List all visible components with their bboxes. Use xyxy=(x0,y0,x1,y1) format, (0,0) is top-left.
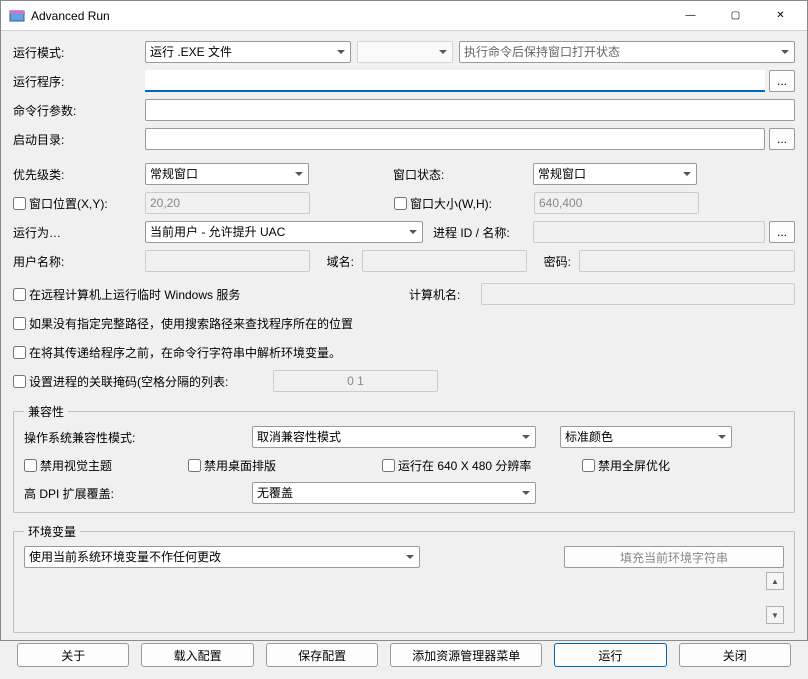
computer-name-input xyxy=(481,283,795,305)
os-compat-label: 操作系统兼容性模式: xyxy=(24,429,252,446)
window-pos-checkbox[interactable] xyxy=(13,197,26,210)
browse-process-button[interactable]: ... xyxy=(769,221,795,243)
priority-select[interactable]: 常规窗口 xyxy=(145,163,309,185)
remote-service-check[interactable]: 在远程计算机上运行临时 Windows 服务 xyxy=(13,286,409,303)
domain-input xyxy=(362,250,527,272)
cmd-params-label: 命令行参数: xyxy=(13,102,145,119)
use-search-path-checkbox[interactable] xyxy=(13,317,26,330)
run-mode-sub-select xyxy=(357,41,453,63)
window-pos-input xyxy=(145,192,310,214)
affinity-input xyxy=(273,370,438,392)
affinity-checkbox[interactable] xyxy=(13,375,26,388)
window-size-checkbox[interactable] xyxy=(394,197,407,210)
disable-desktop-check[interactable]: 禁用桌面排版 xyxy=(188,457,382,474)
browse-program-button[interactable]: ... xyxy=(769,70,795,92)
use-search-path-check[interactable]: 如果没有指定完整路径，使用搜索路径来查找程序所在的位置 xyxy=(13,315,353,332)
parse-env-checkbox[interactable] xyxy=(13,346,26,359)
run-640x480-check[interactable]: 运行在 640 X 480 分辨率 xyxy=(382,457,582,474)
run-as-label: 运行为… xyxy=(13,224,145,241)
env-text-area: ▲ ▼ xyxy=(24,572,784,624)
fill-env-button: 填充当前环境字符串 xyxy=(564,546,784,568)
priority-label: 优先级类: xyxy=(13,166,145,183)
parse-env-check[interactable]: 在将其传递给程序之前，在命令行字符串中解析环境变量。 xyxy=(13,344,341,361)
process-id-input xyxy=(533,221,765,243)
dpi-override-label: 高 DPI 扩展覆盖: xyxy=(24,485,252,502)
window-state-label: 窗口状态: xyxy=(393,166,533,183)
start-dir-input[interactable] xyxy=(145,128,765,150)
disable-desktop-checkbox[interactable] xyxy=(188,459,201,472)
disable-fullscreen-checkbox[interactable] xyxy=(582,459,595,472)
run-mode-label: 运行模式: xyxy=(13,44,145,61)
close-form-button[interactable]: 关闭 xyxy=(679,643,791,667)
remote-service-checkbox[interactable] xyxy=(13,288,26,301)
env-legend: 环境变量 xyxy=(24,523,80,540)
password-label: 密码: xyxy=(527,253,579,270)
password-input xyxy=(579,250,795,272)
env-group: 环境变量 使用当前系统环境变量不作任何更改 填充当前环境字符串 ▲ ▼ xyxy=(13,523,795,633)
window-state-select[interactable]: 常规窗口 xyxy=(533,163,697,185)
window-size-check[interactable]: 窗口大小(W,H): xyxy=(394,195,534,212)
dpi-override-select[interactable]: 无覆盖 xyxy=(252,482,536,504)
run-640x480-checkbox[interactable] xyxy=(382,459,395,472)
scroll-down-icon[interactable]: ▼ xyxy=(766,606,784,624)
run-mode-select[interactable]: 运行 .EXE 文件 xyxy=(145,41,351,63)
client-area: 运行模式: 运行 .EXE 文件 执行命令后保持窗口打开状态 运行程序: xyxy=(1,31,807,679)
disable-fullscreen-check[interactable]: 禁用全屏优化 xyxy=(582,457,784,474)
load-config-button[interactable]: 载入配置 xyxy=(141,643,253,667)
env-scrollbar[interactable]: ▲ ▼ xyxy=(766,572,784,624)
window-pos-check[interactable]: 窗口位置(X,Y): xyxy=(13,195,145,212)
titlebar: Advanced Run — ▢ ✕ xyxy=(1,1,807,31)
run-as-select[interactable]: 当前用户 - 允许提升 UAC xyxy=(145,221,423,243)
run-button[interactable]: 运行 xyxy=(554,643,666,667)
browse-dir-button[interactable]: ... xyxy=(769,128,795,150)
disable-themes-check[interactable]: 禁用视觉主题 xyxy=(24,457,188,474)
maximize-button[interactable]: ▢ xyxy=(713,1,758,31)
disable-themes-checkbox[interactable] xyxy=(24,459,37,472)
env-mode-select[interactable]: 使用当前系统环境变量不作任何更改 xyxy=(24,546,420,568)
after-exec-select[interactable]: 执行命令后保持窗口打开状态 xyxy=(459,41,795,63)
add-explorer-menu-button[interactable]: 添加资源管理器菜单 xyxy=(390,643,542,667)
color-mode-select[interactable]: 标准颜色 xyxy=(560,426,732,448)
app-icon xyxy=(9,8,25,24)
minimize-button[interactable]: — xyxy=(668,1,713,31)
compat-group: 兼容性 操作系统兼容性模式: 取消兼容性模式 标准颜色 xyxy=(13,403,795,513)
compat-legend: 兼容性 xyxy=(24,403,68,420)
start-dir-label: 启动目录: xyxy=(13,131,145,148)
affinity-check[interactable]: 设置进程的关联掩码(空格分隔的列表: xyxy=(13,373,273,390)
window-title: Advanced Run xyxy=(31,9,668,23)
save-config-button[interactable]: 保存配置 xyxy=(266,643,378,667)
about-button[interactable]: 关于 xyxy=(17,643,129,667)
os-compat-select[interactable]: 取消兼容性模式 xyxy=(252,426,536,448)
run-program-label: 运行程序: xyxy=(13,73,145,90)
computer-name-label: 计算机名: xyxy=(409,286,481,303)
window-size-input xyxy=(534,192,699,214)
domain-label: 域名: xyxy=(310,253,362,270)
cmd-params-input[interactable] xyxy=(145,99,795,121)
username-label: 用户名称: xyxy=(13,253,145,270)
bottom-buttons: 关于 载入配置 保存配置 添加资源管理器菜单 运行 关闭 xyxy=(13,639,795,671)
main-window: Advanced Run — ▢ ✕ 运行模式: 运行 .EXE 文件 执行命 xyxy=(0,0,808,641)
close-button[interactable]: ✕ xyxy=(758,1,803,31)
run-program-input[interactable] xyxy=(145,70,765,92)
process-id-label: 进程 ID / 名称: xyxy=(433,224,533,241)
scroll-up-icon[interactable]: ▲ xyxy=(766,572,784,590)
username-input xyxy=(145,250,310,272)
